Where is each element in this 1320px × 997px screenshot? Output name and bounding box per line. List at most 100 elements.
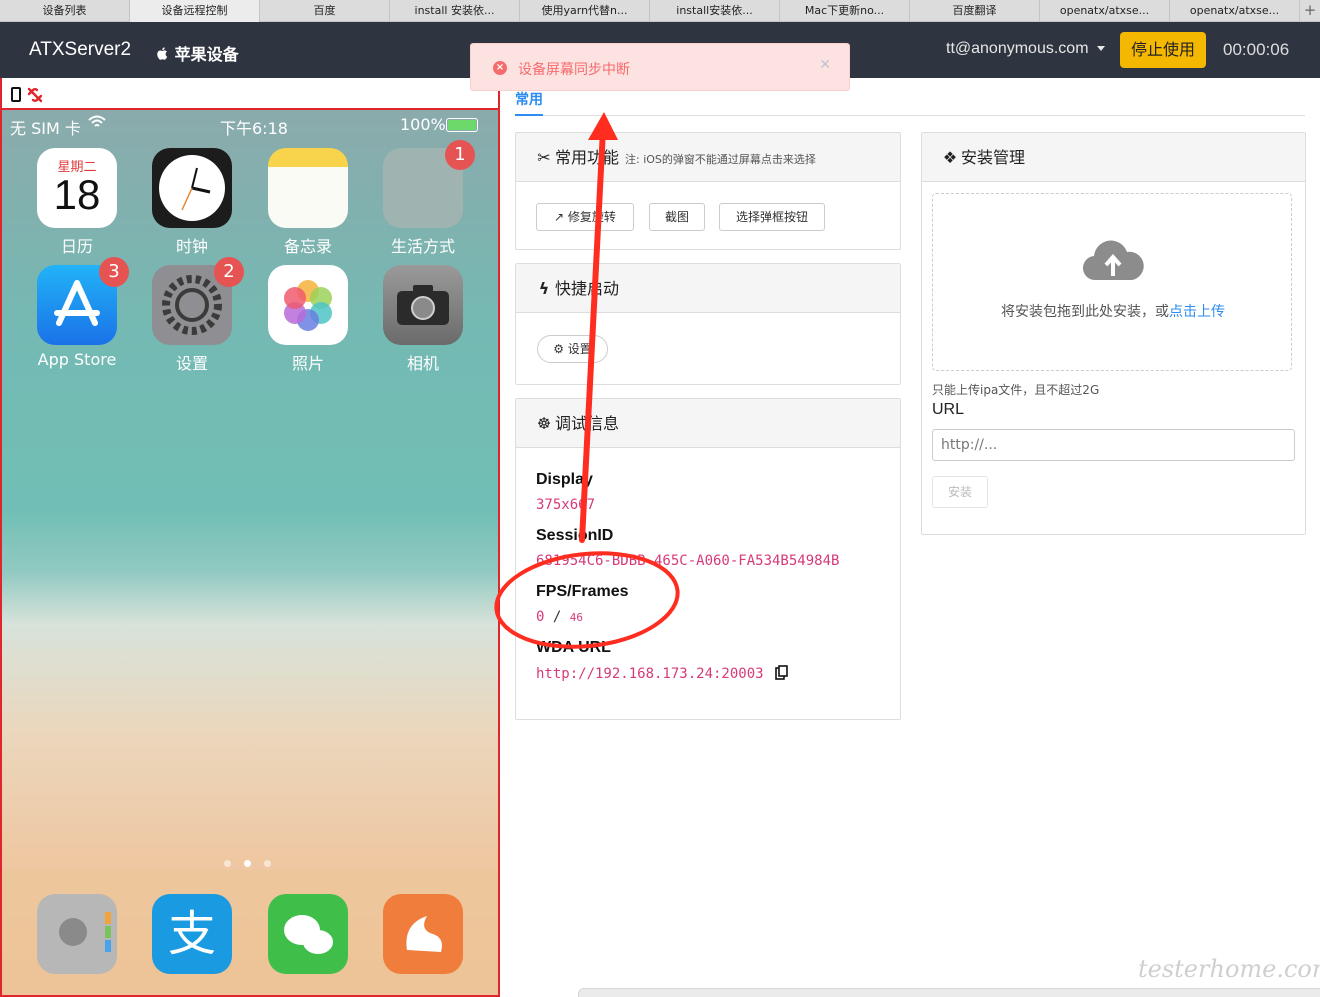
panel-title: 常用功能	[555, 148, 620, 167]
browser-tab[interactable]: install安装依...	[650, 0, 780, 22]
user-email: tt@anonymous.com	[946, 40, 1089, 57]
tab-divider	[515, 115, 1305, 116]
close-icon[interactable]: ✕	[819, 57, 831, 73]
url-input[interactable]: http://...	[932, 429, 1295, 461]
panel-header: ❖ 安装管理	[922, 133, 1305, 182]
user-menu[interactable]: tt@anonymous.com	[946, 40, 1105, 58]
browser-tab[interactable]: Mac下更新no...	[780, 0, 910, 22]
panel-title: 安装管理	[961, 148, 1026, 167]
wda-url[interactable]: http://192.168.173.24:20003	[536, 666, 764, 682]
browser-tab[interactable]: 设备列表	[0, 0, 130, 22]
fps-value: 0 / 46	[536, 609, 583, 625]
scissors-icon: ✂	[537, 148, 551, 167]
app-folder-lifestyle[interactable]: 1 生活方式	[383, 140, 475, 257]
app-camera[interactable]: 相机	[383, 265, 463, 374]
battery-percent: 100%	[400, 115, 446, 134]
tab-common[interactable]: 常用	[515, 89, 543, 109]
display-label: Display	[536, 471, 593, 488]
click-upload-link[interactable]: 点击上传	[1169, 304, 1225, 320]
page-dot-current	[244, 860, 251, 867]
wda-value[interactable]: http://192.168.173.24:20003	[536, 665, 788, 682]
brand-title[interactable]: ATXServer2	[29, 39, 131, 61]
clock-face	[159, 155, 225, 221]
calendar-icon: 星期二 18	[37, 148, 117, 228]
carrier-text: 无 SIM 卡	[10, 119, 81, 138]
contacts-icon[interactable]	[37, 894, 117, 974]
app-label: 日历	[60, 237, 93, 256]
page-dot	[264, 860, 271, 867]
browser-tab-active[interactable]: 设备远程控制	[130, 0, 260, 22]
screenshot-button[interactable]: 截图	[649, 203, 705, 231]
button-label: 设置	[567, 342, 592, 356]
app-app-store[interactable]: 3 App Store	[37, 257, 129, 369]
gear-icon: ⚙	[553, 342, 568, 356]
error-toast: × 设备屏幕同步中断 ✕	[470, 43, 850, 91]
browser-tab-strip: 设备列表 设备远程控制 百度 install 安装依... 使用yarn代替n.…	[0, 0, 1320, 22]
device-type-label: 苹果设备	[156, 41, 239, 65]
device-type-text: 苹果设备	[174, 45, 239, 64]
fix-rotate-button[interactable]: ↗ 修复旋转	[536, 203, 634, 231]
calendar-day: 18	[53, 171, 101, 218]
photos-glyph	[284, 280, 332, 331]
notes-icon	[268, 148, 348, 228]
settings-icon: 2	[152, 257, 244, 345]
tab-active-indicator	[515, 114, 543, 116]
unlink-icon[interactable]	[26, 86, 44, 104]
toast-message: 设备屏幕同步中断	[518, 62, 630, 78]
phone-icon[interactable]	[11, 87, 21, 102]
stop-using-button[interactable]: 停止使用	[1120, 32, 1206, 68]
wifi-icon	[88, 115, 106, 127]
browser-tab[interactable]: 百度翻译	[910, 0, 1040, 22]
app-label: 生活方式	[390, 237, 455, 256]
notification-badge: 1	[445, 140, 475, 170]
app-label: 时钟	[175, 237, 208, 256]
install-panel: ❖ 安装管理 将安装包拖到此处安装，或点击上传 只能上传ipa文件，且不超过2G …	[921, 132, 1306, 535]
watermark: testerhome.com	[1138, 955, 1320, 983]
browser-tab[interactable]: install 安装依...	[390, 0, 520, 22]
dropzone-text: 将安装包拖到此处安装，或点击上传	[933, 301, 1293, 321]
uc-browser-icon[interactable]	[383, 894, 463, 974]
button-label: 修复旋转	[567, 210, 616, 224]
wda-label: WDA URL	[536, 639, 611, 656]
alipay-icon[interactable]: 支	[152, 894, 232, 974]
upload-dropzone[interactable]: 将安装包拖到此处安装，或点击上传	[932, 193, 1292, 371]
wrench-icon: ↗	[554, 210, 568, 224]
app-photos[interactable]: 照片	[268, 265, 348, 374]
launch-settings-button[interactable]: ⚙ 设置	[537, 335, 608, 363]
browser-tab[interactable]: 使用yarn代替n...	[520, 0, 650, 22]
photos-icon	[268, 265, 348, 345]
copy-icon[interactable]	[775, 665, 788, 680]
quick-launch-panel: ϟ 快捷启动 ⚙ 设置	[515, 263, 901, 385]
panel-header: ☸ 调试信息	[516, 399, 900, 448]
cubes-icon: ❖	[942, 148, 958, 167]
desktop-dock-strip	[578, 988, 1320, 997]
display-value: 375x667	[536, 497, 596, 513]
browser-tab[interactable]: openatx/atxse...	[1170, 0, 1300, 22]
battery-icon	[446, 118, 478, 132]
app-label: 备忘录	[283, 237, 332, 256]
phone-screen[interactable]: 无 SIM 卡 下午6:18 100% 星期二 18 日历 时钟 备忘录 1 生…	[2, 110, 498, 995]
apple-icon	[157, 47, 168, 60]
select-alert-button[interactable]: 选择弹框按钮	[719, 203, 825, 231]
app-settings[interactable]: 2 设置	[152, 257, 244, 374]
camera-icon	[383, 265, 463, 345]
clock-text: 下午6:18	[220, 119, 288, 138]
upload-hint: 只能上传ipa文件，且不超过2G	[932, 383, 1100, 397]
contacts-glyph	[59, 912, 111, 952]
app-calendar[interactable]: 星期二 18 日历	[37, 148, 117, 257]
page-indicator	[224, 852, 284, 871]
notification-badge: 3	[99, 257, 129, 287]
wechat-icon[interactable]	[268, 894, 348, 974]
browser-tab[interactable]: 百度	[260, 0, 390, 22]
drop-hint: 将安装包拖到此处安装，或	[1001, 304, 1169, 320]
device-toolbar	[2, 78, 498, 110]
url-label: URL	[932, 401, 965, 418]
browser-tab[interactable]: openatx/atxse...	[1040, 0, 1170, 22]
clock-icon	[152, 148, 232, 228]
app-clock[interactable]: 时钟	[152, 148, 232, 257]
app-notes[interactable]: 备忘录	[268, 148, 348, 257]
new-tab-button[interactable]: +	[1300, 0, 1320, 21]
panel-header: ✂ 常用功能 注: iOS的弹窗不能通过屏幕点击来选择	[516, 133, 900, 182]
error-icon: ×	[493, 61, 507, 75]
install-button[interactable]: 安装	[932, 476, 988, 508]
